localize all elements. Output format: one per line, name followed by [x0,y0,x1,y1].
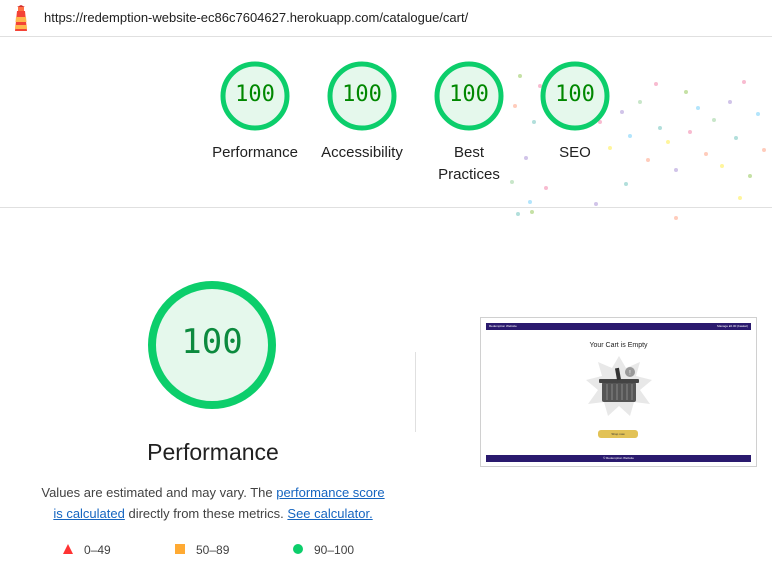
gauge-label: Performance [212,144,298,161]
screenshot-footer-text: © Redemption Website [603,456,634,460]
gauge-label-line1: Best [453,144,484,161]
pass-circle-icon [293,544,303,554]
performance-description: Values are estimated and may vary. The p… [30,482,396,524]
score-summary: 100 Performance 100 Accessibility 100 Be… [0,36,772,220]
legend-fail: 0–49 [62,543,111,557]
gauge-score: 100 [555,82,595,107]
page-url[interactable]: https://redemption-website-ec86c7604627.… [44,10,468,25]
performance-score-link-cont[interactable]: is calculated [53,506,125,521]
screenshot-nav-left: Redemption Website [489,324,517,328]
screenshot-nav-right: Manage £0.00 (basket) [717,324,748,328]
fail-triangle-icon [63,544,73,554]
legend-range: 50–89 [196,543,230,557]
browser-bar: https://redemption-website-ec86c7604627.… [0,0,772,37]
divider [415,352,416,432]
gauge-accessibility[interactable]: 100 Accessibility [309,60,415,164]
performance-score-link[interactable]: performance score [276,485,384,500]
screenshot-navbar: Redemption Website Manage £0.00 (basket) [486,323,751,330]
legend-range: 0–49 [84,543,111,557]
empty-basket-icon: ! [586,356,652,416]
gauge-best-practices[interactable]: 100 Best Practices [416,60,522,186]
performance-score: 100 [181,322,243,362]
gauge-score: 100 [449,82,489,107]
gauge-score: 100 [235,82,275,107]
lighthouse-icon [15,5,27,31]
legend-pass: 90–100 [292,543,354,557]
screenshot-shop-button: Shop now [598,430,638,438]
screenshot-footer: © Redemption Website [486,455,751,462]
legend-average: 50–89 [174,543,229,557]
gauge-score: 100 [342,82,382,107]
average-square-icon [175,544,185,554]
gauge-label: SEO [559,144,591,161]
legend-range: 90–100 [314,543,355,557]
desc-text: directly from these metrics. [124,506,288,521]
gauge-label: Accessibility [321,144,403,161]
final-screenshot[interactable]: Redemption Website Manage £0.00 (basket)… [480,317,757,467]
see-calculator-link[interactable]: See calculator. [287,506,372,521]
gauge-label: Best Practices [416,142,522,186]
gauge-label-line2: Practices [438,166,500,183]
gauge-performance[interactable]: 100 Performance [202,60,308,164]
performance-title: Performance [147,439,279,465]
screenshot-title: Your Cart is Empty [589,342,648,349]
desc-text: Values are estimated and may vary. The [41,485,277,500]
gauge-seo[interactable]: 100 SEO [522,60,628,164]
